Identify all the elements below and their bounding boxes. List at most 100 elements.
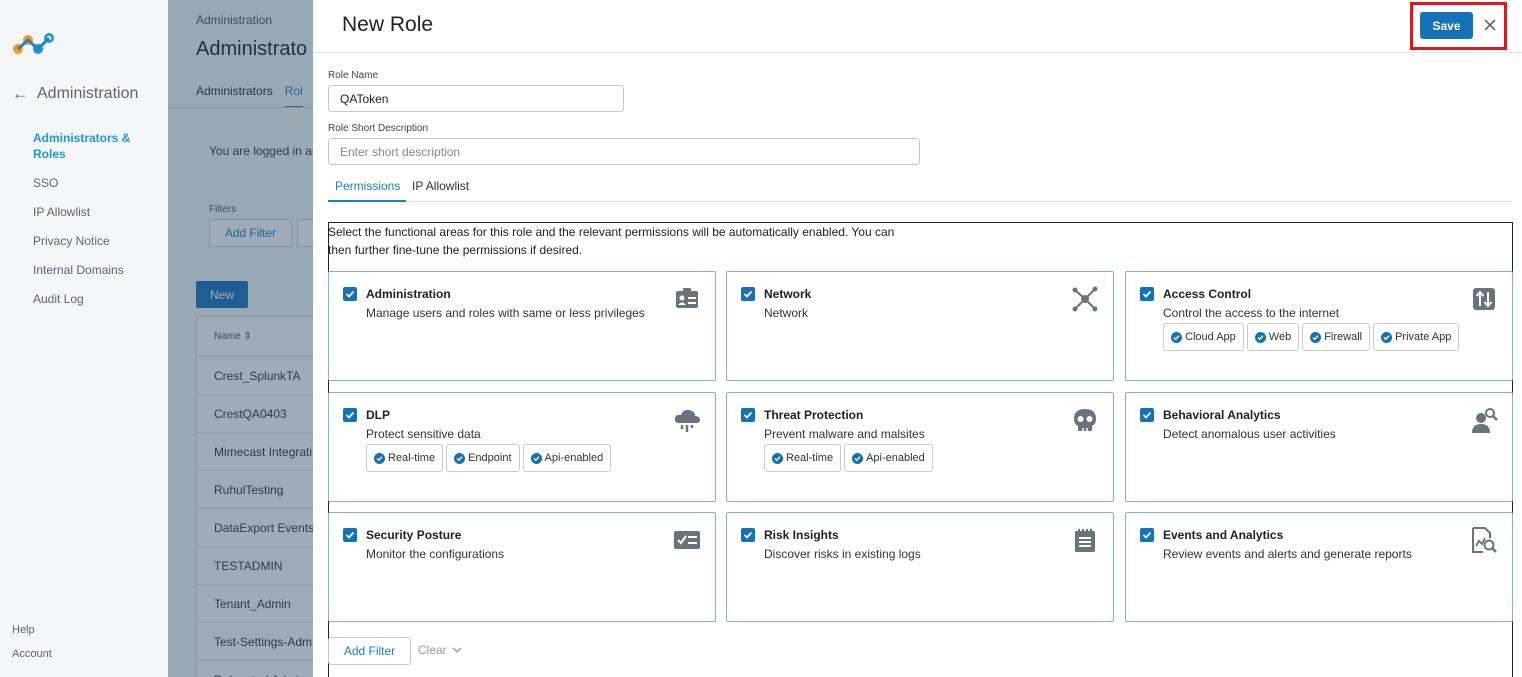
up-down-arrows-icon: [1473, 288, 1495, 310]
card-desc: Discover risks in existing logs: [764, 547, 921, 561]
check-circle-icon: [852, 452, 864, 464]
tab-ip-allowlist[interactable]: IP Allowlist: [412, 179, 469, 193]
check-icon: [345, 411, 355, 419]
chip-api-enabled[interactable]: Api-enabled: [522, 444, 612, 472]
check-circle-icon: [1310, 331, 1322, 343]
report-search-icon: [1472, 527, 1497, 553]
chip-label: Cloud App: [1185, 331, 1236, 343]
check-icon: [743, 411, 753, 419]
checkbox-threat-protection[interactable]: [741, 408, 755, 422]
card-desc: Control the access to the internet: [1163, 306, 1340, 320]
left-nav: ← Administration Administrators & Roles …: [0, 0, 168, 677]
back-to-administration[interactable]: ← Administration: [12, 84, 138, 104]
checkbox-network[interactable]: [741, 287, 755, 301]
sidebar-item-audit-log[interactable]: Audit Log: [33, 291, 158, 307]
card-threat-protection[interactable]: Threat Protection Prevent malware and ma…: [726, 392, 1114, 502]
back-arrow-icon: ←: [12, 84, 29, 103]
checkbox-dlp[interactable]: [343, 408, 357, 422]
chip-firewall[interactable]: Firewall: [1302, 323, 1371, 351]
card-events-and-analytics[interactable]: Events and Analytics Review events and a…: [1125, 512, 1513, 622]
sidebar-item-ip-allowlist[interactable]: IP Allowlist: [33, 204, 158, 220]
role-name-input[interactable]: [328, 85, 624, 112]
help-link[interactable]: Help: [12, 624, 52, 636]
checkbox-administration[interactable]: [343, 287, 357, 301]
chip-web[interactable]: Web: [1246, 323, 1300, 351]
chip-label: Real-time: [388, 452, 436, 464]
panel-tabs: Permissions IP Allowlist: [328, 176, 1512, 202]
check-circle-icon: [1381, 331, 1393, 343]
check-icon: [1142, 411, 1152, 419]
card-access-control[interactable]: Access Control Control the access to the…: [1125, 271, 1513, 381]
panel-title: New Role: [342, 13, 434, 36]
card-risk-insights[interactable]: Risk Insights Discover risks in existing…: [726, 512, 1114, 622]
close-icon[interactable]: [1483, 17, 1497, 33]
clear-label: Clear: [418, 643, 447, 657]
card-desc: Network: [764, 306, 809, 320]
checkbox-security-posture[interactable]: [343, 528, 357, 542]
tab-permissions[interactable]: Permissions: [335, 179, 400, 193]
short-desc-input[interactable]: [328, 138, 920, 165]
account-link[interactable]: Account: [12, 648, 52, 660]
checkbox-events-and-analytics[interactable]: [1140, 528, 1154, 542]
intro-line-1: Select the functional areas for this rol…: [328, 225, 895, 239]
nav-bottom: Help Account: [12, 624, 52, 672]
card-dlp[interactable]: DLP Protect sensitive data Real-time End…: [328, 392, 716, 502]
card-title: Access Control: [1163, 287, 1252, 301]
access-control-chips: Cloud App Web Firewall Private App: [1163, 323, 1460, 351]
chip-label: Api-enabled: [544, 452, 604, 464]
chip-private-app[interactable]: Private App: [1373, 323, 1460, 351]
card-desc: Detect anomalous user activities: [1163, 427, 1336, 441]
chip-label: Api-enabled: [866, 452, 925, 464]
card-title: Events and Analytics: [1163, 528, 1284, 542]
card-desc: Protect sensitive data: [366, 427, 481, 441]
sidebar-item-administrators-roles[interactable]: Administrators & Roles: [33, 130, 158, 162]
skull-icon: [1074, 409, 1096, 431]
card-network[interactable]: Network Network: [726, 271, 1114, 381]
card-title: DLP: [366, 408, 390, 422]
chip-label: Real-time: [786, 452, 834, 464]
modal-overlay[interactable]: [168, 0, 313, 677]
check-circle-icon: [454, 452, 466, 464]
card-desc: Review events and alerts and generate re…: [1163, 547, 1412, 561]
check-circle-icon: [530, 452, 542, 464]
card-title: Risk Insights: [764, 528, 839, 542]
chip-real-time[interactable]: Real-time: [366, 444, 444, 472]
card-administration[interactable]: Administration Manage users and roles wi…: [328, 271, 716, 381]
checkbox-behavioral-analytics[interactable]: [1140, 408, 1154, 422]
chip-api-enabled[interactable]: Api-enabled: [844, 444, 933, 472]
check-icon: [743, 531, 753, 539]
chip-cloud-app[interactable]: Cloud App: [1163, 323, 1244, 351]
sidebar-nav: Administrators & Roles SSO IP Allowlist …: [33, 130, 158, 320]
checkbox-risk-insights[interactable]: [741, 528, 755, 542]
card-desc: Prevent malware and malsites: [764, 427, 925, 441]
chip-endpoint[interactable]: Endpoint: [446, 444, 520, 472]
permissions-intro: Select the functional areas for this rol…: [328, 223, 898, 259]
checkbox-access-control[interactable]: [1140, 287, 1154, 301]
card-title: Behavioral Analytics: [1163, 408, 1281, 422]
check-icon: [345, 290, 355, 298]
notepad-icon: [1075, 529, 1095, 552]
sidebar-item-internal-domains[interactable]: Internal Domains: [33, 262, 158, 278]
add-filter-button[interactable]: Add Filter: [328, 637, 411, 665]
check-circle-icon: [374, 452, 385, 464]
chip-real-time[interactable]: Real-time: [764, 444, 842, 472]
check-circle-icon: [1254, 331, 1266, 343]
card-behavioral-analytics[interactable]: Behavioral Analytics Detect anomalous us…: [1125, 392, 1513, 502]
card-security-posture[interactable]: Security Posture Monitor the configurati…: [328, 512, 716, 622]
user-search-icon: [1472, 408, 1498, 433]
back-label: Administration: [37, 85, 139, 102]
chip-label: Firewall: [1324, 331, 1363, 343]
check-icon: [345, 531, 355, 539]
checklist-icon: [674, 531, 700, 549]
id-card-icon: [676, 288, 698, 308]
sidebar-item-privacy-notice[interactable]: Privacy Notice: [33, 233, 158, 249]
dlp-chips: Real-time Endpoint Api-enabled: [366, 444, 612, 472]
clear-dropdown[interactable]: Clear: [418, 643, 462, 657]
card-title: Network: [764, 287, 812, 301]
network-hub-icon: [1072, 286, 1098, 312]
card-desc: Manage users and roles with same or less…: [366, 306, 645, 320]
header-divider: [313, 52, 1522, 53]
sidebar-item-sso[interactable]: SSO: [33, 175, 158, 191]
netskope-logo: [13, 33, 54, 54]
chip-label: Private App: [1395, 331, 1452, 343]
